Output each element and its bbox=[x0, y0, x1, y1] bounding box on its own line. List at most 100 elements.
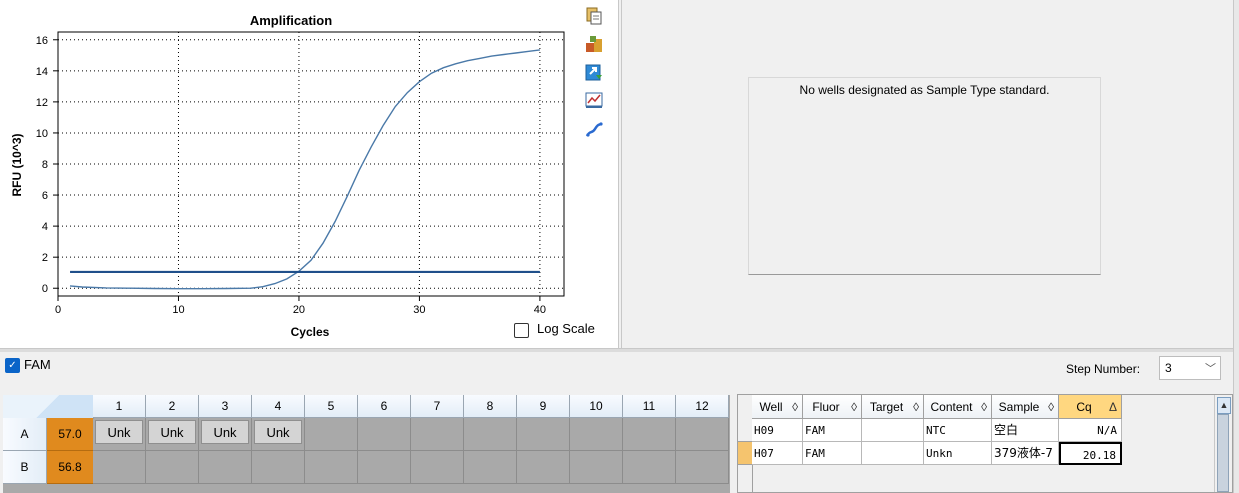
sort-icon[interactable]: ◊ bbox=[981, 395, 987, 419]
cell-target[interactable] bbox=[862, 442, 924, 465]
column-header-label: Target bbox=[869, 400, 904, 414]
plate-row-header[interactable]: A bbox=[3, 418, 47, 451]
plate-well[interactable] bbox=[623, 418, 676, 451]
well-temperature: 56.8 bbox=[47, 451, 93, 484]
properties-icon[interactable] bbox=[584, 34, 604, 54]
results-table: ▲ Well ◊ Fluor ◊ Target ◊ Content ◊ Sample ◊ Cq Δ H0… bbox=[737, 394, 1233, 493]
plate-well[interactable] bbox=[199, 451, 252, 484]
step-number-select[interactable]: 3 ﹀ bbox=[1159, 356, 1221, 380]
chart-zoom-icon[interactable] bbox=[584, 90, 604, 110]
plate-column-header[interactable]: 2 bbox=[146, 395, 199, 418]
plate-well[interactable] bbox=[676, 451, 729, 484]
y-tick-label: 16 bbox=[36, 35, 48, 47]
well-content-label: Unk bbox=[148, 420, 196, 444]
plate-well[interactable] bbox=[676, 418, 729, 451]
column-header-well[interactable]: Well ◊ bbox=[752, 395, 803, 419]
plate-column-header[interactable]: 6 bbox=[358, 395, 411, 418]
y-tick-label: 4 bbox=[42, 221, 48, 233]
log-scale-checkbox[interactable] bbox=[514, 323, 529, 338]
plate-column-header[interactable]: 12 bbox=[676, 395, 729, 418]
column-header-cq[interactable]: Cq Δ bbox=[1059, 395, 1122, 419]
cell-content[interactable]: NTC bbox=[924, 419, 992, 442]
plate-column-header[interactable]: 1 bbox=[93, 395, 146, 418]
column-header-fluor[interactable]: Fluor ◊ bbox=[803, 395, 862, 419]
chevron-down-icon: ﹀ bbox=[1205, 363, 1216, 375]
column-header-content[interactable]: Content ◊ bbox=[924, 395, 992, 419]
cell-cq[interactable]: N/A bbox=[1059, 419, 1122, 442]
plate-column-header[interactable]: 4 bbox=[252, 395, 305, 418]
column-header-target[interactable]: Target ◊ bbox=[862, 395, 924, 419]
plate-well[interactable]: Unk bbox=[252, 418, 305, 451]
plate-column-header[interactable]: 3 bbox=[199, 395, 252, 418]
column-header-sample[interactable]: Sample ◊ bbox=[992, 395, 1059, 419]
well-content-label: Unk bbox=[254, 420, 302, 444]
plate-well[interactable] bbox=[146, 451, 199, 484]
column-header-label: Fluor bbox=[812, 400, 840, 414]
amplification-chart: Amplification RFU (10^3) Cycles 0 10 20 30 4… bbox=[10, 13, 565, 339]
sort-icon[interactable]: ◊ bbox=[792, 395, 798, 419]
plate-well[interactable] bbox=[623, 451, 676, 484]
plate-well[interactable] bbox=[358, 418, 411, 451]
well-content-label: Unk bbox=[95, 420, 143, 444]
plate-well[interactable] bbox=[570, 418, 623, 451]
plate-corner[interactable] bbox=[3, 395, 94, 419]
y-tick-label: 6 bbox=[42, 190, 48, 202]
cell-fluor[interactable]: FAM bbox=[803, 442, 862, 465]
cell-target[interactable] bbox=[862, 419, 924, 442]
scrollbar-thumb[interactable] bbox=[1217, 414, 1229, 492]
plate-row-header[interactable]: B bbox=[3, 451, 47, 484]
export-icon[interactable] bbox=[584, 62, 604, 82]
plate-well[interactable] bbox=[411, 451, 464, 484]
sort-icon[interactable]: ◊ bbox=[851, 395, 857, 419]
plate-well[interactable] bbox=[305, 451, 358, 484]
cell-sample[interactable]: 379液体-7 bbox=[992, 442, 1059, 465]
step-number-value: 3 bbox=[1165, 361, 1172, 375]
plate-well[interactable] bbox=[305, 418, 358, 451]
plate-well[interactable] bbox=[93, 451, 146, 484]
amplification-curve bbox=[69, 49, 540, 290]
sort-icon[interactable]: Δ bbox=[1109, 395, 1117, 419]
cell-well[interactable]: H09 bbox=[752, 419, 803, 442]
column-header-label: Well bbox=[759, 400, 783, 414]
right-splitter[interactable] bbox=[1233, 0, 1239, 493]
plate-well[interactable] bbox=[517, 418, 570, 451]
amplification-panel: Amplification RFU (10^3) Cycles 0 10 20 30 4… bbox=[0, 0, 619, 348]
cell-well[interactable]: H07 bbox=[752, 442, 803, 465]
plate-well[interactable] bbox=[411, 418, 464, 451]
plate-well[interactable]: Unk bbox=[93, 418, 146, 451]
cell-sample[interactable]: 空白 bbox=[992, 419, 1059, 442]
cell-content[interactable]: Unkn bbox=[924, 442, 992, 465]
plate-well[interactable] bbox=[464, 418, 517, 451]
plate-well[interactable] bbox=[517, 451, 570, 484]
sort-icon[interactable]: ◊ bbox=[913, 395, 919, 419]
cell-cq[interactable]: 20.18 bbox=[1059, 442, 1122, 465]
cell-fluor[interactable]: FAM bbox=[803, 419, 862, 442]
plate-column-header[interactable]: 9 bbox=[517, 395, 570, 418]
plate-well[interactable]: Unk bbox=[146, 418, 199, 451]
column-header-label: Sample bbox=[998, 400, 1040, 414]
plate-column-header[interactable]: 10 bbox=[570, 395, 623, 418]
fluor-bar: ✓ FAM Step Number: 3 ﹀ bbox=[0, 352, 1233, 390]
sort-icon[interactable]: ◊ bbox=[1048, 395, 1054, 419]
plate-column-header[interactable]: 5 bbox=[305, 395, 358, 418]
plate-well[interactable] bbox=[570, 451, 623, 484]
x-tick-label: 30 bbox=[413, 304, 425, 316]
table-scrollbar[interactable]: ▲ bbox=[1214, 395, 1232, 492]
copy-icon[interactable] bbox=[584, 6, 604, 26]
standard-curve-box: No wells designated as Sample Type stand… bbox=[748, 77, 1101, 275]
row-selector[interactable] bbox=[738, 442, 752, 465]
plate-well[interactable]: Unk bbox=[199, 418, 252, 451]
plate-well[interactable] bbox=[252, 451, 305, 484]
plate-column-header[interactable]: 8 bbox=[464, 395, 517, 418]
plate-column-header[interactable]: 11 bbox=[623, 395, 676, 418]
plate-well[interactable] bbox=[358, 451, 411, 484]
scroll-up-icon[interactable]: ▲ bbox=[1217, 397, 1231, 414]
plate-column-header[interactable]: 7 bbox=[411, 395, 464, 418]
line-style-icon[interactable] bbox=[584, 120, 604, 140]
y-tick-label: 2 bbox=[42, 252, 48, 264]
row-selector[interactable] bbox=[738, 419, 752, 442]
fam-checkbox[interactable]: ✓ bbox=[5, 358, 20, 373]
plate-well[interactable] bbox=[464, 451, 517, 484]
y-tick-label: 14 bbox=[36, 66, 48, 78]
fam-label: FAM bbox=[24, 357, 51, 372]
